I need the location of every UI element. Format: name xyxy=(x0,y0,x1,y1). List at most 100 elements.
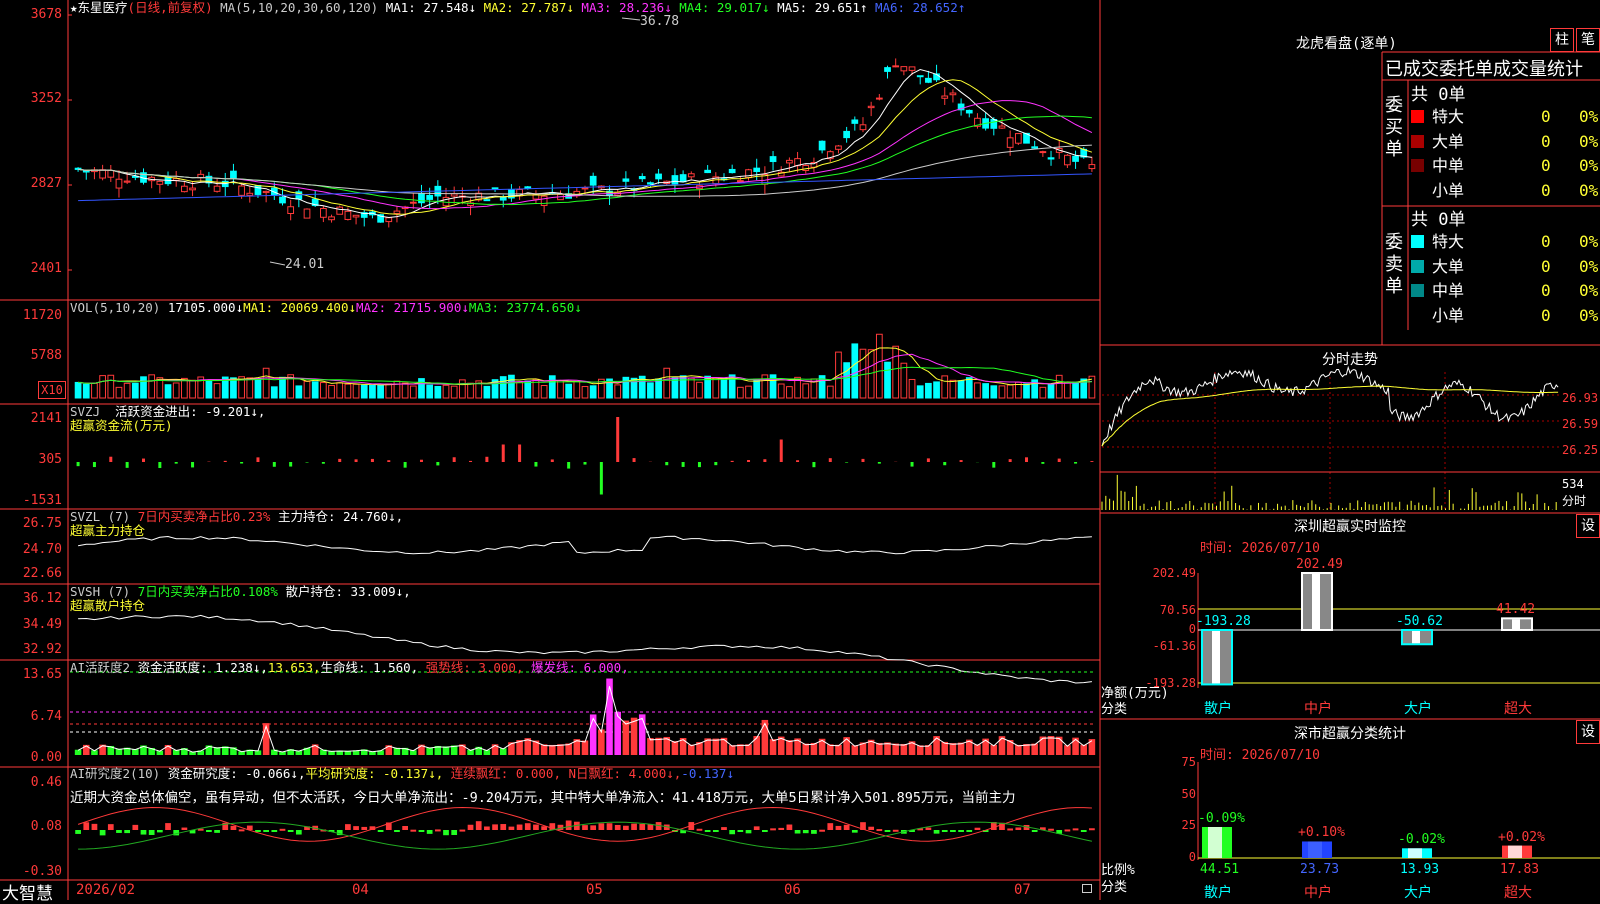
class-category-3: 大户 xyxy=(1404,882,1432,902)
activity-bar xyxy=(1072,738,1079,755)
monitor-category-3: 大户 xyxy=(1404,698,1432,718)
buy-row: 中单 xyxy=(1411,154,1464,178)
volume-bar xyxy=(917,386,923,398)
buy-name: 小单 xyxy=(1432,181,1464,200)
research-bar xyxy=(288,830,294,832)
candle-body xyxy=(648,183,654,184)
class-settings-button[interactable]: 设 xyxy=(1576,720,1600,744)
ma-values: MA1: 27.548↓ MA2: 27.787↓ MA3: 28.236↓ M… xyxy=(386,0,966,15)
sell-pct: 0% xyxy=(1579,255,1598,279)
volume-bar xyxy=(500,377,506,398)
class-title: 深市超赢分类统计 xyxy=(1100,723,1600,743)
svzl-tick-3: 22.66 xyxy=(0,566,62,581)
research-bar xyxy=(500,824,506,830)
research-bar xyxy=(345,824,351,830)
candle-body xyxy=(860,125,866,130)
buy-row: 大单 xyxy=(1411,130,1464,154)
monitor-tick-2: 70.56 xyxy=(1140,603,1196,617)
candle-body xyxy=(893,66,899,67)
activity-bar xyxy=(835,745,842,755)
candle-body xyxy=(819,141,825,150)
candle-body xyxy=(263,191,269,192)
candle-body xyxy=(492,188,498,189)
buy-name: 大单 xyxy=(1432,132,1464,151)
research-bar xyxy=(239,829,245,831)
activity-bar xyxy=(647,738,654,755)
sell-count: 0 xyxy=(1541,230,1551,254)
svsh-value: 散户持仓: 33.009↓, xyxy=(285,584,410,599)
flow-bar xyxy=(943,462,946,465)
volume-bar xyxy=(1040,387,1046,398)
flow-bar xyxy=(322,462,325,464)
candle-body xyxy=(1048,158,1054,159)
candle-body xyxy=(1073,156,1079,161)
research-bar xyxy=(803,830,809,833)
flow-bar xyxy=(469,461,472,462)
activity-bar xyxy=(623,721,630,755)
candle-body xyxy=(100,170,106,178)
volume-bar xyxy=(680,376,686,398)
sell-row: 大单 xyxy=(1411,255,1464,279)
research-bar xyxy=(795,830,801,834)
research-bar xyxy=(468,825,474,830)
research-bar xyxy=(157,830,163,832)
lock-icon[interactable] xyxy=(1082,884,1092,893)
vol-label: VOL(5,10,20) xyxy=(70,300,160,315)
chart-mode[interactable]: (日线,前复权) xyxy=(128,0,213,15)
research-bar xyxy=(721,827,727,830)
candle-body xyxy=(353,215,359,217)
kline-chart-canvas[interactable] xyxy=(0,0,1600,900)
volume-bar xyxy=(468,383,474,398)
volume-bar xyxy=(983,384,989,398)
ai-active-label: AI活跃度2 xyxy=(70,660,130,675)
stock-name[interactable]: 东星医疗 xyxy=(78,0,128,15)
flow-bar xyxy=(175,462,178,464)
buy-count: 0 xyxy=(1541,179,1551,203)
ai-active-t4: 强势线: 3.000, xyxy=(426,660,524,675)
monitor-settings-button[interactable]: 设 xyxy=(1576,514,1600,538)
price-tick-4: 2401 xyxy=(0,261,62,276)
research-bar xyxy=(394,830,400,832)
class-bar-highlight xyxy=(1508,846,1522,858)
volume-bar xyxy=(517,382,523,398)
class-tick-1: 75 xyxy=(1150,755,1196,769)
volume-bar xyxy=(271,387,277,398)
flow-bar xyxy=(355,459,358,462)
candle-body xyxy=(950,93,956,95)
volume-bar xyxy=(1065,383,1071,398)
brand-logo[interactable]: 大智慧 xyxy=(2,879,53,904)
volume-bar xyxy=(132,383,138,398)
research-bar xyxy=(353,826,359,830)
activity-bar xyxy=(917,745,924,755)
activity-bar xyxy=(672,741,679,755)
research-bar xyxy=(754,826,760,830)
research-bar xyxy=(697,829,703,831)
candle-body xyxy=(991,120,997,129)
monitor-value-1: -193.28 xyxy=(1196,614,1251,629)
flow-bar xyxy=(534,462,537,467)
monitor-category-1: 散户 xyxy=(1204,698,1232,718)
candle-body xyxy=(582,188,588,189)
tick-view-button[interactable]: 笔 xyxy=(1576,28,1600,52)
research-bar xyxy=(271,830,277,832)
activity-bar xyxy=(606,679,613,755)
ai-active-t3: 生命线: 1.560, xyxy=(321,660,419,675)
research-bar xyxy=(231,826,237,830)
date-label-2: 04 xyxy=(352,882,369,898)
activity-bar xyxy=(974,744,981,755)
research-bar xyxy=(639,824,645,830)
candle-body xyxy=(680,175,686,182)
volume-bar xyxy=(427,385,433,398)
sell-row: 中单 xyxy=(1411,279,1464,303)
volume-bar xyxy=(574,381,580,398)
bar-view-button[interactable]: 柱 xyxy=(1550,28,1574,52)
candle-body xyxy=(868,106,874,107)
price-high-label: 36.78 xyxy=(640,14,679,29)
activity-bar xyxy=(786,740,793,755)
candle-body xyxy=(427,195,433,199)
vol-ma2: MA2: 21715.900↓ xyxy=(356,300,469,315)
flow-bar xyxy=(1058,459,1061,462)
candle-body xyxy=(108,170,114,177)
volume-bar xyxy=(713,378,719,398)
vol-unit-badge[interactable]: X10 xyxy=(38,381,66,399)
